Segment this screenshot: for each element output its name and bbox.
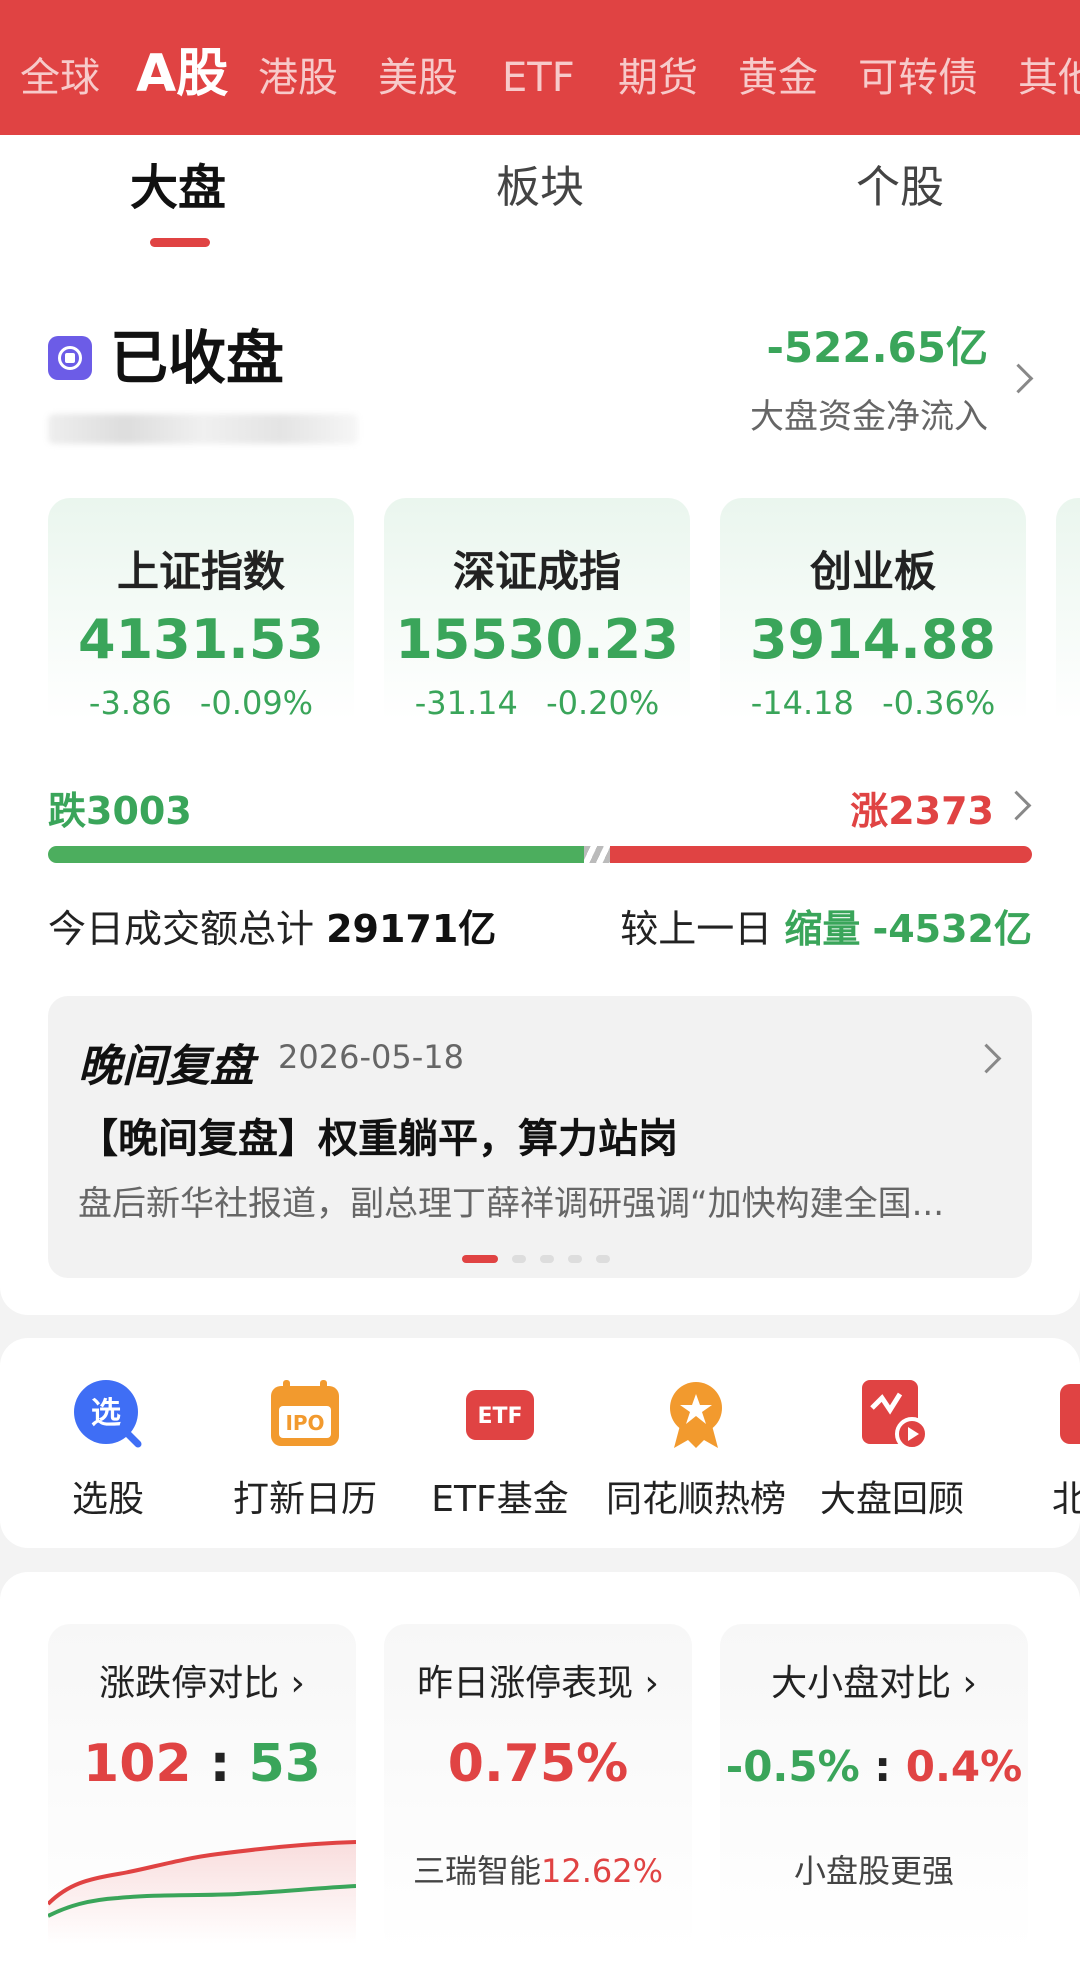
- index-card-sh[interactable]: 上证指数 4131.53 -3.86 -0.09%: [48, 498, 354, 722]
- cap-size-compare-card[interactable]: 大小盘对比 › -0.5% : 0.4% 小盘股更强: [720, 1624, 1028, 1954]
- tab-global[interactable]: 全球: [20, 48, 100, 108]
- svg-text:选: 选: [91, 1396, 121, 1431]
- bj-icon: [1052, 1378, 1080, 1450]
- cap-size-ratio: -0.5% : 0.4%: [725, 1742, 1023, 1791]
- shortcut-hot-list[interactable]: 同花顺热榜: [606, 1378, 786, 1522]
- subtab-overview[interactable]: 大盘: [130, 158, 226, 218]
- chevron-right-icon[interactable]: [971, 1043, 1002, 1074]
- limit-ratio: 102 : 53: [83, 1734, 321, 1794]
- carousel-indicator: [462, 1248, 624, 1267]
- breadth-bar-flat: [584, 846, 610, 863]
- index-price: 4131.53: [78, 608, 324, 671]
- index-card-gem[interactable]: 创业板 3914.88 -14.18 -0.36%: [720, 498, 1026, 722]
- tab-other[interactable]: 其他: [1018, 48, 1080, 108]
- market-replay-icon: [856, 1378, 929, 1451]
- index-change: -31.14 -0.20%: [414, 684, 660, 722]
- index-price: 15530.23: [395, 608, 679, 671]
- limit-trend-chart: [48, 1840, 356, 1944]
- cap-size-conclusion: 小盘股更强: [793, 1852, 954, 1890]
- subtab-stocks[interactable]: 个股: [856, 158, 944, 218]
- fund-flow-value[interactable]: -522.65亿: [766, 318, 988, 378]
- subtab-sectors[interactable]: 板块: [496, 158, 584, 218]
- review-date: 2026-05-18: [278, 1038, 464, 1076]
- index-name: 深证成指: [452, 547, 621, 596]
- shortcut-market-replay[interactable]: 大盘回顾: [802, 1378, 982, 1522]
- index-name: 创业板: [809, 547, 936, 596]
- blurred-timestamp: [48, 414, 358, 444]
- turnover-compare: 较上一日 缩量 -4532亿: [620, 907, 1032, 951]
- shortcut-bar: 选 选股 IPO 打新日历 ETF ETF基金 同花顺热榜 大盘回顾 北交: [0, 1338, 1080, 1548]
- shortcut-bj[interactable]: 北交: [998, 1378, 1080, 1522]
- index-price: 3914.88: [750, 608, 996, 671]
- shortcut-ipo-calendar[interactable]: IPO 打新日历: [215, 1378, 395, 1522]
- market-closed-icon: [48, 336, 92, 380]
- turnover-total: 今日成交额总计 29171亿: [48, 907, 497, 951]
- review-headline: 【晚间复盘】权重躺平，算力站岗: [78, 1116, 678, 1162]
- etf-icon: ETF: [464, 1378, 536, 1450]
- limit-up-performance: 0.75%: [447, 1734, 629, 1794]
- tab-etf[interactable]: ETF: [502, 48, 575, 108]
- tab-gold[interactable]: 黄金: [738, 48, 818, 108]
- breadth-bar-rise: [610, 846, 1032, 863]
- breadth-bar: [48, 846, 1032, 863]
- shortcut-stock-picker[interactable]: 选 选股: [18, 1378, 198, 1522]
- review-summary: 盘后新华社报道，副总理丁薛祥调研强调“加快构建全国...: [78, 1184, 945, 1224]
- index-card-more[interactable]: [1056, 498, 1080, 720]
- stat-title: 涨跌停对比 ›: [99, 1663, 305, 1704]
- market-tab-bar: 全球 A股 港股 美股 ETF 期货 黄金 可转债 其他: [0, 0, 1080, 135]
- market-status: 已收盘: [110, 324, 285, 392]
- rise-count[interactable]: 涨2373: [850, 780, 994, 835]
- tab-hk[interactable]: 港股: [258, 48, 338, 108]
- index-change: -14.18 -0.36%: [750, 684, 996, 722]
- active-tab-indicator: [150, 238, 210, 247]
- search-stock-icon: 选: [72, 1378, 144, 1450]
- limit-up-down-card[interactable]: 涨跌停对比 › 102 : 53: [48, 1624, 356, 1954]
- index-card-sz[interactable]: 深证成指 15530.23 -31.14 -0.20%: [384, 498, 690, 722]
- review-title: 晚间复盘: [78, 1041, 254, 1092]
- index-name: 上证指数: [116, 547, 285, 596]
- yesterday-limit-up-card[interactable]: 昨日涨停表现 › 0.75% 三瑞智能12.62%: [384, 1624, 692, 1954]
- index-change: -3.86 -0.09%: [88, 684, 314, 722]
- shortcut-etf-fund[interactable]: ETF ETF基金: [410, 1378, 590, 1522]
- tab-futures[interactable]: 期货: [618, 48, 698, 108]
- tab-convertible-bond[interactable]: 可转债: [858, 48, 978, 108]
- stats-section: 涨跌停对比 › 102 : 53 昨日涨停表现 › 0.75% 三瑞智能12.6…: [0, 1572, 1080, 1972]
- breadth-bar-fall: [48, 846, 584, 863]
- tab-us[interactable]: 美股: [378, 48, 458, 108]
- svg-text:IPO: IPO: [285, 1411, 324, 1435]
- fall-count: 跌3003: [48, 789, 192, 833]
- stat-title: 昨日涨停表现 ›: [417, 1663, 659, 1704]
- ipo-calendar-icon: IPO: [269, 1378, 341, 1450]
- evening-review-card[interactable]: 晚间复盘 2026-05-18 【晚间复盘】权重躺平，算力站岗 盘后新华社报道，…: [48, 996, 1032, 1278]
- hot-list-icon: [660, 1378, 732, 1450]
- stat-title: 大小盘对比 ›: [771, 1663, 977, 1704]
- fund-flow-label: 大盘资金净流入: [750, 397, 988, 437]
- tab-a-share[interactable]: A股: [136, 44, 228, 104]
- svg-text:ETF: ETF: [477, 1404, 522, 1429]
- top-stock: 三瑞智能12.62%: [412, 1852, 664, 1890]
